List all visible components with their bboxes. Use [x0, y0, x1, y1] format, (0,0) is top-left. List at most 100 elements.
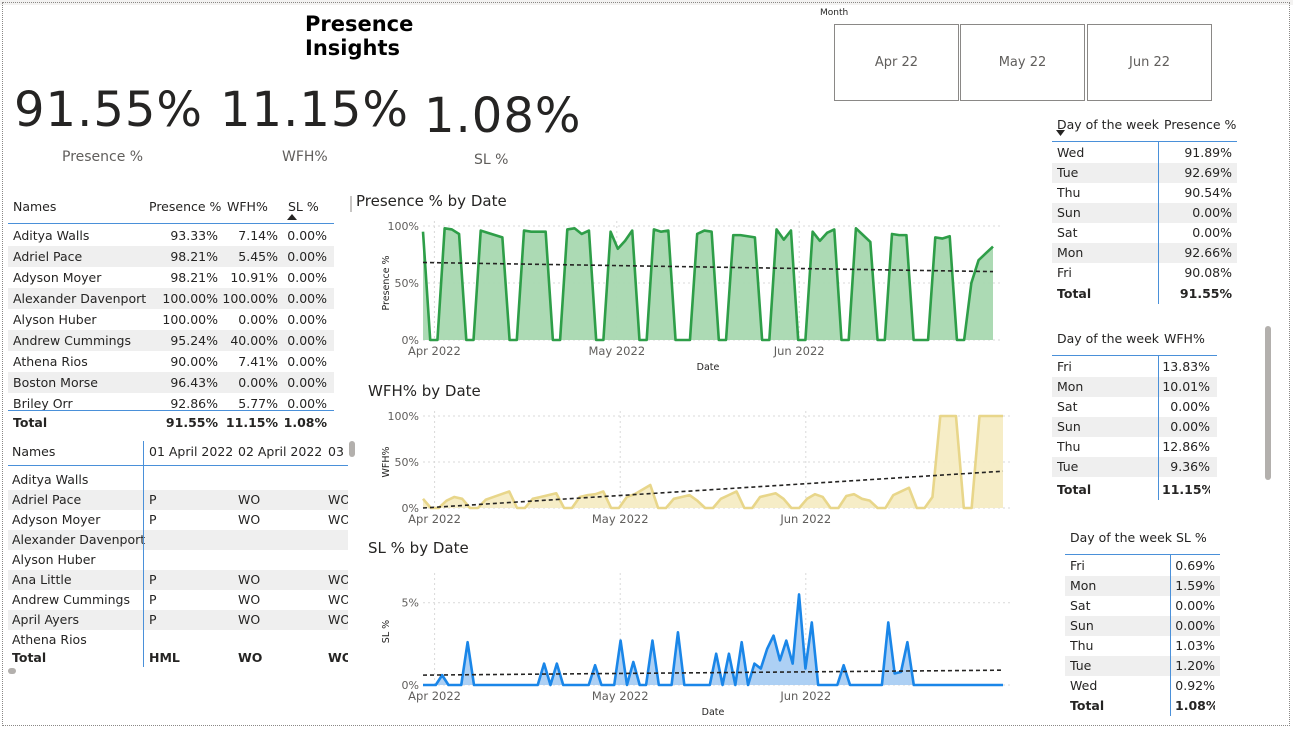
dow-value-cell: 10.01%: [1162, 379, 1210, 394]
table-row[interactable]: Tue 92.69%: [1052, 163, 1237, 183]
table-row[interactable]: Alyson Huber: [8, 550, 348, 570]
sort-ascending-icon[interactable]: [287, 214, 297, 220]
table-row[interactable]: Fri 90.08%: [1052, 263, 1237, 283]
x-tick-label: May 2022: [588, 344, 645, 358]
table-row[interactable]: April Ayers P WO WO: [8, 610, 348, 630]
table-row[interactable]: Adriel Pace P WO WO: [8, 490, 348, 510]
month-option-jun[interactable]: Jun 22: [1087, 24, 1212, 101]
matrix-day2-cell: WO: [238, 572, 261, 587]
dow-presence-col-value[interactable]: Presence %: [1164, 114, 1236, 135]
table-row[interactable]: Thu 90.54%: [1052, 183, 1237, 203]
month-option-may[interactable]: May 22: [960, 24, 1085, 101]
table-row[interactable]: Andrew Cummings P WO WO: [8, 590, 348, 610]
table-row[interactable]: Thu 12.86%: [1052, 437, 1217, 457]
dow-day-cell: Tue: [1070, 658, 1092, 673]
page-vertical-scrollbar[interactable]: [1265, 326, 1271, 480]
wfh-cell: 40.00%: [230, 333, 278, 348]
table-row[interactable]: Sun 0.00%: [1052, 203, 1237, 223]
table-row[interactable]: Sat 0.00%: [1052, 397, 1217, 417]
table-row[interactable]: Fri 13.83%: [1052, 357, 1217, 377]
y-axis-label: SL %: [381, 620, 392, 643]
sort-descending-icon[interactable]: [1056, 130, 1065, 136]
x-tick-label: Jun 2022: [779, 689, 831, 703]
matrix-day1-cell: P: [149, 612, 157, 627]
table-row[interactable]: Andrew Cummings 95.24% 40.00% 0.00%: [8, 330, 334, 351]
dow-sl-header: Day of the week SL %: [1065, 527, 1220, 549]
sl-cell: 0.00%: [287, 270, 327, 285]
presence-kpi-value: 91.55%: [14, 82, 204, 138]
matrix-col-date-2[interactable]: 02 April 2022: [238, 441, 322, 463]
matrix-day3-cell: WO: [328, 512, 348, 527]
table-row[interactable]: Mon 92.66%: [1052, 243, 1237, 263]
col-header-wfh[interactable]: WFH%: [227, 196, 268, 218]
dow-day-cell: Sun: [1057, 205, 1081, 220]
table-row[interactable]: Tue 9.36%: [1052, 457, 1217, 477]
month-slicer-title: Month: [820, 8, 849, 18]
dow-presence-col-day[interactable]: Day of the week: [1057, 114, 1159, 135]
names-table: Names Presence % WFH% SL % Aditya Walls 9…: [8, 196, 334, 432]
dow-value-cell: 92.69%: [1184, 165, 1232, 180]
table-row[interactable]: Alexander Davenport 100.00% 100.00% 0.00%: [8, 288, 334, 309]
month-option-apr[interactable]: Apr 22: [834, 24, 959, 101]
matrix-day2-cell: WO: [238, 492, 261, 507]
name-cell: Alyson Huber: [13, 312, 97, 327]
table-row[interactable]: Alexander Davenport: [8, 530, 348, 550]
matrix-col-names[interactable]: Names: [12, 441, 55, 463]
x-tick-label: Apr 2022: [408, 512, 461, 526]
wfh-by-date-chart[interactable]: 0%50%100%Apr 2022 May 2022 Jun 2022WFH%: [350, 402, 1010, 532]
table-row[interactable]: Tue 1.20%: [1065, 656, 1220, 676]
dow-sl-col-divider: [1170, 554, 1171, 716]
table-row[interactable]: Sun 0.00%: [1065, 616, 1220, 636]
dow-value-cell: 0.00%: [1170, 419, 1210, 434]
matrix-col-date-3[interactable]: 03 A: [328, 441, 348, 463]
table-row[interactable]: Athena Rios: [8, 630, 348, 650]
table-row[interactable]: Wed 91.89%: [1052, 143, 1237, 163]
dow-day-cell: Mon: [1057, 245, 1084, 260]
dow-presence-divider: [1052, 141, 1237, 142]
dow-wfh-col-divider: [1158, 355, 1159, 500]
presence-by-date-chart[interactable]: 0%50%100%Apr 2022 May 2022 Jun 2022Presenc…: [350, 212, 1010, 382]
y-tick-label: 100%: [388, 410, 419, 423]
table-row[interactable]: Adriel Pace 98.21% 5.45% 0.00%: [8, 246, 334, 267]
table-row[interactable]: Alyson Huber 100.00% 0.00% 0.00%: [8, 309, 334, 330]
x-tick-label: Apr 2022: [408, 689, 461, 703]
total-sl-cell: 1.08%: [283, 415, 327, 430]
sl-kpi-value: 1.08%: [424, 88, 582, 144]
table-row[interactable]: Sun 0.00%: [1052, 417, 1217, 437]
table-row[interactable]: Aditya Walls 93.33% 7.14% 0.00%: [8, 225, 334, 246]
table-row[interactable]: Thu 1.03%: [1065, 636, 1220, 656]
table-row[interactable]: Wed 0.92%: [1065, 676, 1220, 696]
attendance-matrix: Names 01 April 2022 02 April 2022 03 A A…: [8, 441, 348, 671]
matrix-day1-cell: P: [149, 592, 157, 607]
name-cell: Athena Rios: [13, 354, 88, 369]
dow-sl-col-day[interactable]: Day of the week: [1070, 527, 1172, 548]
sl-by-date-chart[interactable]: 0%5%Apr 2022 May 2022 Jun 2022SL %Date: [350, 558, 1010, 723]
table-row[interactable]: Aditya Walls: [8, 470, 348, 490]
dow-wfh-col-value[interactable]: WFH%: [1164, 328, 1205, 349]
table-row[interactable]: Ana Little P WO WO: [8, 570, 348, 590]
presence-chart-title: Presence % by Date: [356, 192, 507, 210]
table-row[interactable]: Mon 1.59%: [1065, 576, 1220, 596]
presence-cell: 93.33%: [170, 228, 218, 243]
dow-value-cell: 0.00%: [1175, 618, 1215, 633]
presence-cell: 98.21%: [170, 249, 218, 264]
table-row[interactable]: Sat 0.00%: [1065, 596, 1220, 616]
table-row[interactable]: Athena Rios 90.00% 7.41% 0.00%: [8, 351, 334, 372]
table-row[interactable]: Boston Morse 96.43% 0.00% 0.00%: [8, 372, 334, 393]
dow-wfh-col-day[interactable]: Day of the week: [1057, 328, 1159, 349]
total-matrix-day1-cell: HML: [149, 650, 180, 665]
table-row[interactable]: Mon 10.01%: [1052, 377, 1217, 397]
matrix-day1-cell: P: [149, 492, 157, 507]
presence-cell: 100.00%: [162, 291, 218, 306]
table-row[interactable]: Fri 0.69%: [1065, 556, 1220, 576]
matrix-col-date-1[interactable]: 01 April 2022: [149, 441, 233, 463]
col-header-presence[interactable]: Presence %: [149, 196, 221, 218]
chart-divider: [350, 196, 352, 212]
table-row[interactable]: Adyson Moyer 98.21% 10.91% 0.00%: [8, 267, 334, 288]
table-row[interactable]: Adyson Moyer P WO WO: [8, 510, 348, 530]
y-tick-label: 5%: [402, 597, 419, 610]
table-row[interactable]: Sat 0.00%: [1052, 223, 1237, 243]
col-header-names[interactable]: Names: [13, 196, 56, 218]
matrix-horizontal-scrollbar[interactable]: [8, 668, 16, 674]
dow-sl-col-value[interactable]: SL %: [1176, 527, 1207, 548]
